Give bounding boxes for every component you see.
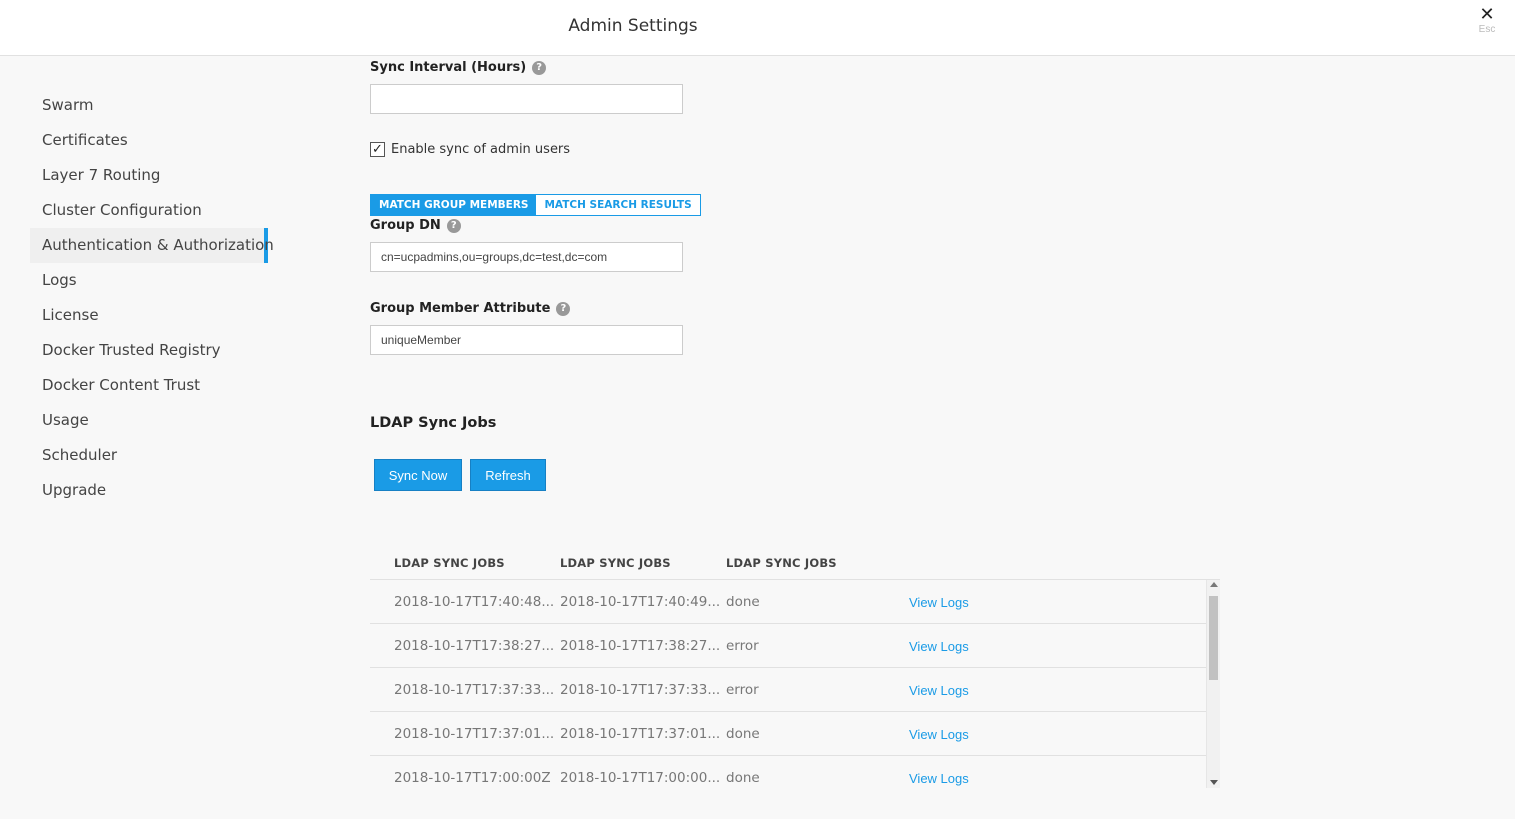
group-dn-input[interactable]: cn=ucpadmins,ou=groups,dc=test,dc=com — [370, 242, 683, 272]
group-member-attr-label-text: Group Member Attribute — [370, 301, 551, 316]
scroll-thumb[interactable] — [1209, 596, 1218, 680]
view-logs-link[interactable]: View Logs — [909, 771, 969, 786]
table-body: 2018-10-17T17:40:48... 2018-10-17T17:40:… — [370, 580, 1220, 788]
job-status: done — [726, 726, 760, 742]
sync-now-button[interactable]: Sync Now — [374, 459, 462, 491]
sidebar-item-authentication[interactable]: Authentication & Authorization — [30, 228, 274, 263]
table-header: LDAP SYNC JOBS LDAP SYNC JOBS LDAP SYNC … — [370, 546, 1220, 580]
group-member-attr-input[interactable]: uniqueMember — [370, 325, 683, 355]
sidebar-item-logs[interactable]: Logs — [30, 263, 268, 298]
table-row: 2018-10-17T17:37:33... 2018-10-17T17:37:… — [370, 668, 1206, 712]
group-dn-label: Group DN ? — [370, 218, 461, 233]
sidebar-item-layer7-routing[interactable]: Layer 7 Routing — [30, 158, 268, 193]
sidebar-item-docker-trusted-registry[interactable]: Docker Trusted Registry — [30, 333, 268, 368]
job-start-time: 2018-10-17T17:38:27... — [394, 638, 555, 654]
table-row: 2018-10-17T17:37:01... 2018-10-17T17:37:… — [370, 712, 1206, 756]
job-end-time: 2018-10-17T17:37:33... — [560, 682, 721, 698]
sidebar-item-cluster-configuration[interactable]: Cluster Configuration — [30, 193, 268, 228]
help-icon[interactable]: ? — [532, 60, 547, 75]
enable-admin-sync-checkbox[interactable]: ✓ — [370, 142, 385, 157]
sidebar-item-certificates[interactable]: Certificates — [30, 123, 268, 158]
column-header[interactable]: LDAP SYNC JOBS — [394, 556, 505, 570]
view-logs-link[interactable]: View Logs — [909, 639, 969, 654]
group-member-attr-label: Group Member Attribute ? — [370, 301, 571, 316]
match-group-members-button[interactable]: MATCH GROUP MEMBERS — [371, 195, 537, 215]
view-logs-link[interactable]: View Logs — [909, 595, 969, 610]
scroll-down-icon[interactable] — [1210, 780, 1218, 785]
job-start-time: 2018-10-17T17:37:33... — [394, 682, 555, 698]
match-search-results-button[interactable]: MATCH SEARCH RESULTS — [536, 195, 700, 215]
sidebar-item-license[interactable]: License — [30, 298, 268, 333]
job-start-time: 2018-10-17T17:00:00Z — [394, 770, 551, 786]
refresh-button[interactable]: Refresh — [470, 459, 546, 491]
enable-admin-sync-row[interactable]: ✓ Enable sync of admin users — [370, 142, 570, 157]
table-row: 2018-10-17T17:00:00Z 2018-10-17T17:00:00… — [370, 756, 1206, 788]
modal-header: Admin Settings ✕ Esc — [0, 0, 1515, 56]
job-end-time: 2018-10-17T17:38:27... — [560, 638, 721, 654]
scroll-up-icon[interactable] — [1210, 582, 1218, 587]
sidebar-item-docker-content-trust[interactable]: Docker Content Trust — [30, 368, 268, 403]
page-title: Admin Settings — [568, 16, 698, 36]
settings-content: Sync Interval (Hours) ? ✓ Enable sync of… — [370, 56, 1230, 819]
sidebar-item-usage[interactable]: Usage — [30, 403, 268, 438]
view-logs-link[interactable]: View Logs — [909, 683, 969, 698]
enable-admin-sync-label: Enable sync of admin users — [391, 142, 571, 157]
sync-interval-input[interactable] — [370, 84, 683, 114]
job-status: error — [726, 682, 759, 698]
ldap-sync-jobs-title: LDAP Sync Jobs — [370, 415, 497, 431]
sync-interval-label-text: Sync Interval (Hours) — [370, 60, 527, 75]
help-icon[interactable]: ? — [556, 301, 571, 316]
table-scrollbar[interactable] — [1206, 580, 1220, 788]
sync-jobs-table: LDAP SYNC JOBS LDAP SYNC JOBS LDAP SYNC … — [370, 546, 1220, 788]
close-icon[interactable]: ✕ — [1475, 5, 1499, 23]
sidebar-item-swarm[interactable]: Swarm — [30, 88, 268, 123]
job-start-time: 2018-10-17T17:40:48... — [394, 594, 555, 610]
sync-interval-label: Sync Interval (Hours) ? — [370, 60, 547, 75]
job-start-time: 2018-10-17T17:37:01... — [394, 726, 555, 742]
job-end-time: 2018-10-17T17:37:01... — [560, 726, 721, 742]
job-status: done — [726, 594, 760, 610]
close-button[interactable]: ✕ Esc — [1475, 5, 1499, 35]
sidebar-item-upgrade[interactable]: Upgrade — [30, 473, 268, 508]
table-row: 2018-10-17T17:40:48... 2018-10-17T17:40:… — [370, 580, 1206, 624]
sidebar-item-scheduler[interactable]: Scheduler — [30, 438, 268, 473]
group-dn-label-text: Group DN — [370, 218, 441, 233]
help-icon[interactable]: ? — [446, 218, 461, 233]
settings-sidebar: Swarm Certificates Layer 7 Routing Clust… — [30, 88, 274, 508]
job-end-time: 2018-10-17T17:00:00... — [560, 770, 721, 786]
table-row: 2018-10-17T17:38:27... 2018-10-17T17:38:… — [370, 624, 1206, 668]
job-end-time: 2018-10-17T17:40:49... — [560, 594, 721, 610]
esc-hint: Esc — [1478, 24, 1496, 35]
job-status: done — [726, 770, 760, 786]
checkmark-icon: ✓ — [372, 142, 383, 157]
job-status: error — [726, 638, 759, 654]
column-header[interactable]: LDAP SYNC JOBS — [560, 556, 671, 570]
match-mode-toggle: MATCH GROUP MEMBERS MATCH SEARCH RESULTS — [370, 194, 701, 216]
view-logs-link[interactable]: View Logs — [909, 727, 969, 742]
column-header[interactable]: LDAP SYNC JOBS — [726, 556, 837, 570]
